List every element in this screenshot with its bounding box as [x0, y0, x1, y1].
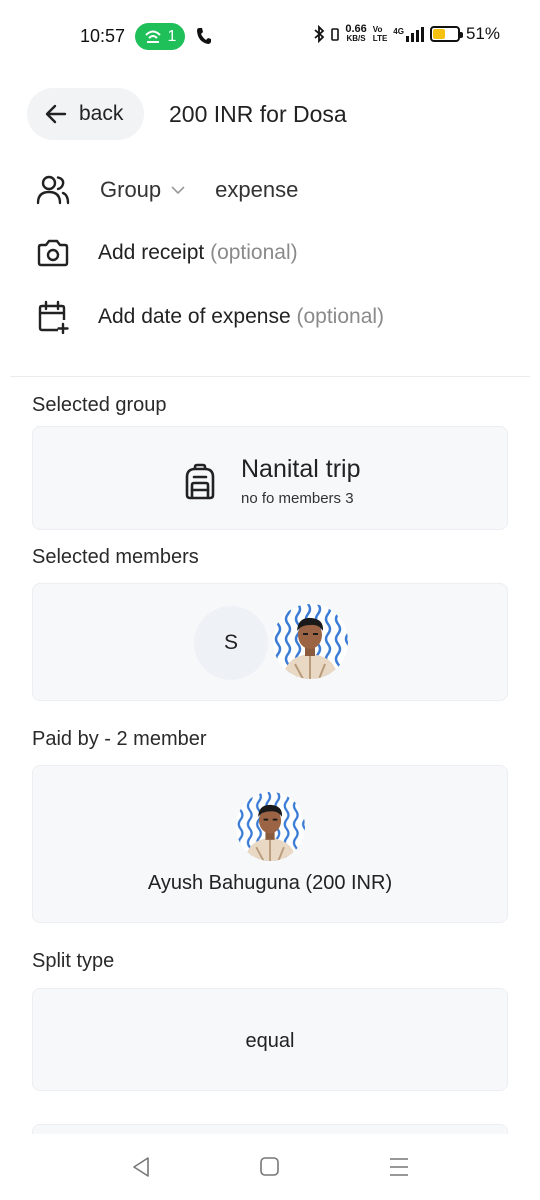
group-row: Group expense	[36, 174, 298, 206]
divider	[10, 376, 530, 377]
status-icons: 0.66 KB/S Vo LTE 4G 51%	[313, 24, 500, 44]
expense-type-label: expense	[215, 177, 299, 202]
page-title: 200 INR for Dosa	[169, 101, 347, 127]
group-dropdown[interactable]: Group	[100, 177, 185, 203]
users-icon	[36, 175, 70, 205]
receipt-label-text: Add receipt	[98, 241, 205, 264]
back-button[interactable]: back	[27, 88, 144, 140]
paid-by-heading: Paid by - 2 member	[32, 728, 207, 750]
volte-indicator: Vo LTE	[373, 25, 388, 43]
group-member-count: no fo members 3	[241, 490, 354, 507]
back-label: back	[79, 102, 124, 125]
network-speed-unit: KB/S	[346, 34, 366, 43]
member-avatar-initial[interactable]: S	[194, 606, 268, 680]
group-name: Nanital trip	[241, 455, 361, 483]
paid-by-card[interactable]: Ayush Bahuguna (200 INR)	[32, 765, 508, 923]
add-receipt-button[interactable]: Add receipt (optional)	[36, 238, 298, 268]
add-receipt-label: Add receipt (optional)	[98, 241, 298, 265]
status-bar: 10:57 1 0.66 KB/S Vo LTE 4G 51%	[0, 0, 540, 72]
date-optional-text: (optional)	[296, 305, 385, 328]
group-info: Nanital trip no fo members 3	[183, 455, 361, 507]
volte-top: Vo	[372, 25, 383, 34]
battery-percentage: 51%	[465, 24, 500, 43]
hotspot-count: 1	[167, 27, 177, 45]
network-speed: 0.66 KB/S	[345, 24, 366, 44]
network-type: 4G	[393, 26, 404, 36]
add-date-label: Add date of expense (optional)	[98, 305, 384, 329]
group-text: Nanital trip no fo members 3	[241, 455, 361, 507]
chevron-down-icon	[171, 185, 185, 194]
calendar-plus-icon	[38, 300, 69, 334]
hotspot-indicator: 1	[135, 23, 185, 50]
selected-group-heading: Selected group	[32, 394, 167, 416]
selected-members-heading: Selected members	[32, 546, 199, 568]
payer-avatar	[236, 792, 305, 861]
status-time: 10:57	[80, 26, 126, 46]
network-speed-value: 0.66	[345, 23, 367, 35]
navigation-bar	[0, 1134, 540, 1200]
split-type-heading: Split type	[32, 950, 115, 972]
bluetooth-icon	[314, 25, 325, 43]
payer-name: Ayush Bahuguna (200 INR)	[147, 872, 393, 894]
member-avatar-photo[interactable]	[273, 604, 348, 679]
backpack-icon	[185, 463, 215, 500]
avatar-photo-icon	[236, 792, 305, 861]
phone-icon	[197, 28, 211, 44]
hotspot-icon	[144, 30, 161, 43]
selected-group-card[interactable]: Nanital trip no fo members 3	[32, 426, 508, 530]
avatar-photo-icon	[273, 604, 348, 679]
menu-nav-icon[interactable]	[388, 1156, 410, 1178]
arrow-left-icon	[45, 104, 67, 124]
signal-icon: 4G	[393, 26, 424, 42]
home-nav-icon[interactable]	[259, 1156, 280, 1177]
group-dropdown-label: Group	[100, 177, 162, 202]
selected-members-card: S	[32, 583, 508, 701]
volte-bottom: LTE	[372, 34, 388, 43]
split-type-value: equal	[245, 1030, 295, 1052]
vibrate-icon	[331, 28, 340, 41]
add-date-button[interactable]: Add date of expense (optional)	[36, 300, 384, 334]
date-label-text: Add date of expense	[98, 305, 291, 328]
battery-icon	[429, 26, 463, 42]
camera-icon	[37, 239, 69, 267]
receipt-optional-text: (optional)	[210, 241, 298, 264]
battery-level	[432, 29, 446, 39]
back-nav-icon[interactable]	[131, 1156, 151, 1178]
split-type-card[interactable]: equal	[32, 988, 508, 1091]
